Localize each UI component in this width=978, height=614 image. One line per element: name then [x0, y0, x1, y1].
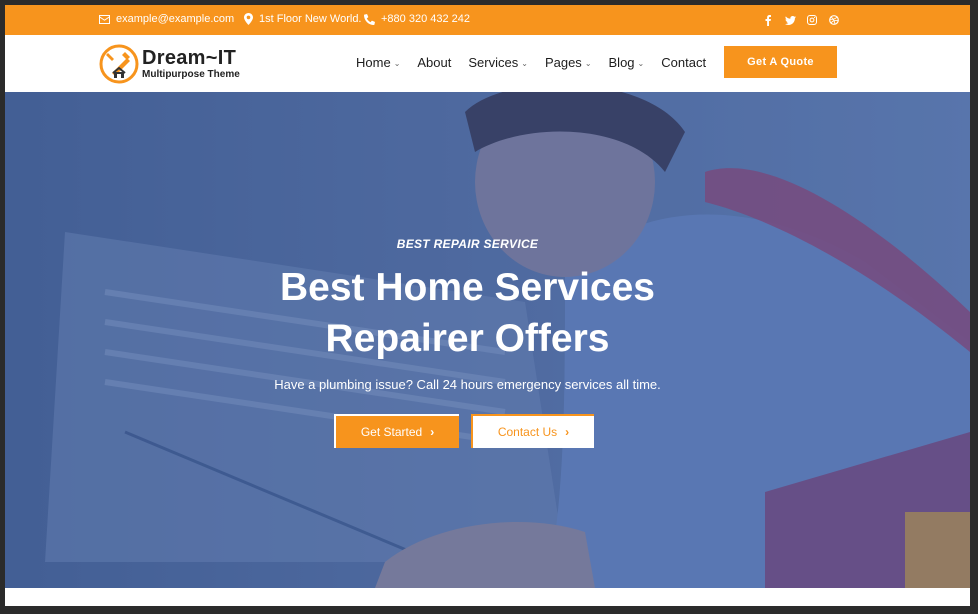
phone-icon [364, 13, 375, 25]
contact-phone[interactable]: +880 320 432 242 [364, 13, 470, 25]
get-a-quote-button[interactable]: Get A Quote [724, 46, 837, 78]
instagram-icon[interactable] [806, 13, 818, 27]
nav-label: About [417, 55, 452, 70]
hero-eyebrow: BEST REPAIR SERVICE [396, 237, 539, 251]
contact-us-button[interactable]: Contact Us › [471, 414, 594, 448]
logo-tagline: Multipurpose Theme [142, 69, 240, 80]
nav-label: Services [468, 55, 519, 70]
nav-label: Pages [544, 55, 582, 70]
main-header: Dream~IT Multipurpose Theme Home ⌄ About… [5, 35, 970, 92]
chevron-down-icon: ⌄ [393, 59, 401, 68]
nav-item-home[interactable]: Home ⌄ [356, 55, 400, 70]
hero-banner: BEST REPAIR SERVICE Best Home Services R… [5, 92, 970, 588]
map-pin-icon [244, 13, 253, 25]
site-logo[interactable]: Dream~IT Multipurpose Theme [99, 43, 240, 85]
nav-label: Home [356, 55, 391, 70]
browser-viewport: example@example.com 1st Floor New World.… [5, 5, 970, 606]
chevron-right-icon: › [430, 425, 435, 439]
hero-subtitle: Have a plumbing issue? Call 24 hours eme… [274, 377, 661, 392]
nav-item-blog[interactable]: Blog ⌄ [609, 55, 645, 70]
nav-item-about[interactable]: About [417, 55, 451, 70]
logo-name: Dream~IT [142, 47, 237, 69]
nav-label: Blog [608, 55, 635, 70]
address-text: 1st Floor New World. [259, 13, 362, 25]
top-bar: example@example.com 1st Floor New World.… [5, 5, 970, 35]
chevron-right-icon: › [565, 425, 570, 439]
contact-us-label: Contact Us [497, 425, 558, 439]
contact-email[interactable]: example@example.com [99, 13, 234, 25]
main-nav: Home ⌄ About Services ⌄ Pages ⌄ Blog ⌄ C… [356, 55, 723, 70]
get-started-label: Get Started [360, 425, 423, 439]
phone-text: +880 320 432 242 [381, 13, 471, 25]
nav-item-services[interactable]: Services ⌄ [468, 55, 528, 70]
envelope-icon [99, 14, 110, 24]
facebook-icon[interactable] [762, 13, 774, 27]
dribbble-icon[interactable] [828, 13, 840, 27]
chevron-down-icon: ⌄ [637, 59, 645, 68]
hero-title-line-2: Repairer Offers [325, 317, 610, 360]
nav-item-pages[interactable]: Pages ⌄ [545, 55, 592, 70]
contact-address: 1st Floor New World. [244, 13, 362, 25]
hero-title-line-1: Best Home Services [279, 266, 656, 309]
email-text: example@example.com [116, 13, 235, 25]
twitter-icon[interactable] [784, 13, 796, 27]
social-links [762, 13, 840, 27]
logo-icon [99, 44, 139, 84]
get-started-button[interactable]: Get Started › [334, 414, 459, 448]
chevron-down-icon: ⌄ [584, 59, 592, 68]
nav-label: Contact [661, 55, 707, 70]
chevron-down-icon: ⌄ [521, 59, 528, 68]
hero-title: Best Home Services Repairer Offers [5, 262, 930, 364]
nav-item-contact[interactable]: Contact [661, 55, 706, 70]
next-section-edge [5, 588, 970, 606]
